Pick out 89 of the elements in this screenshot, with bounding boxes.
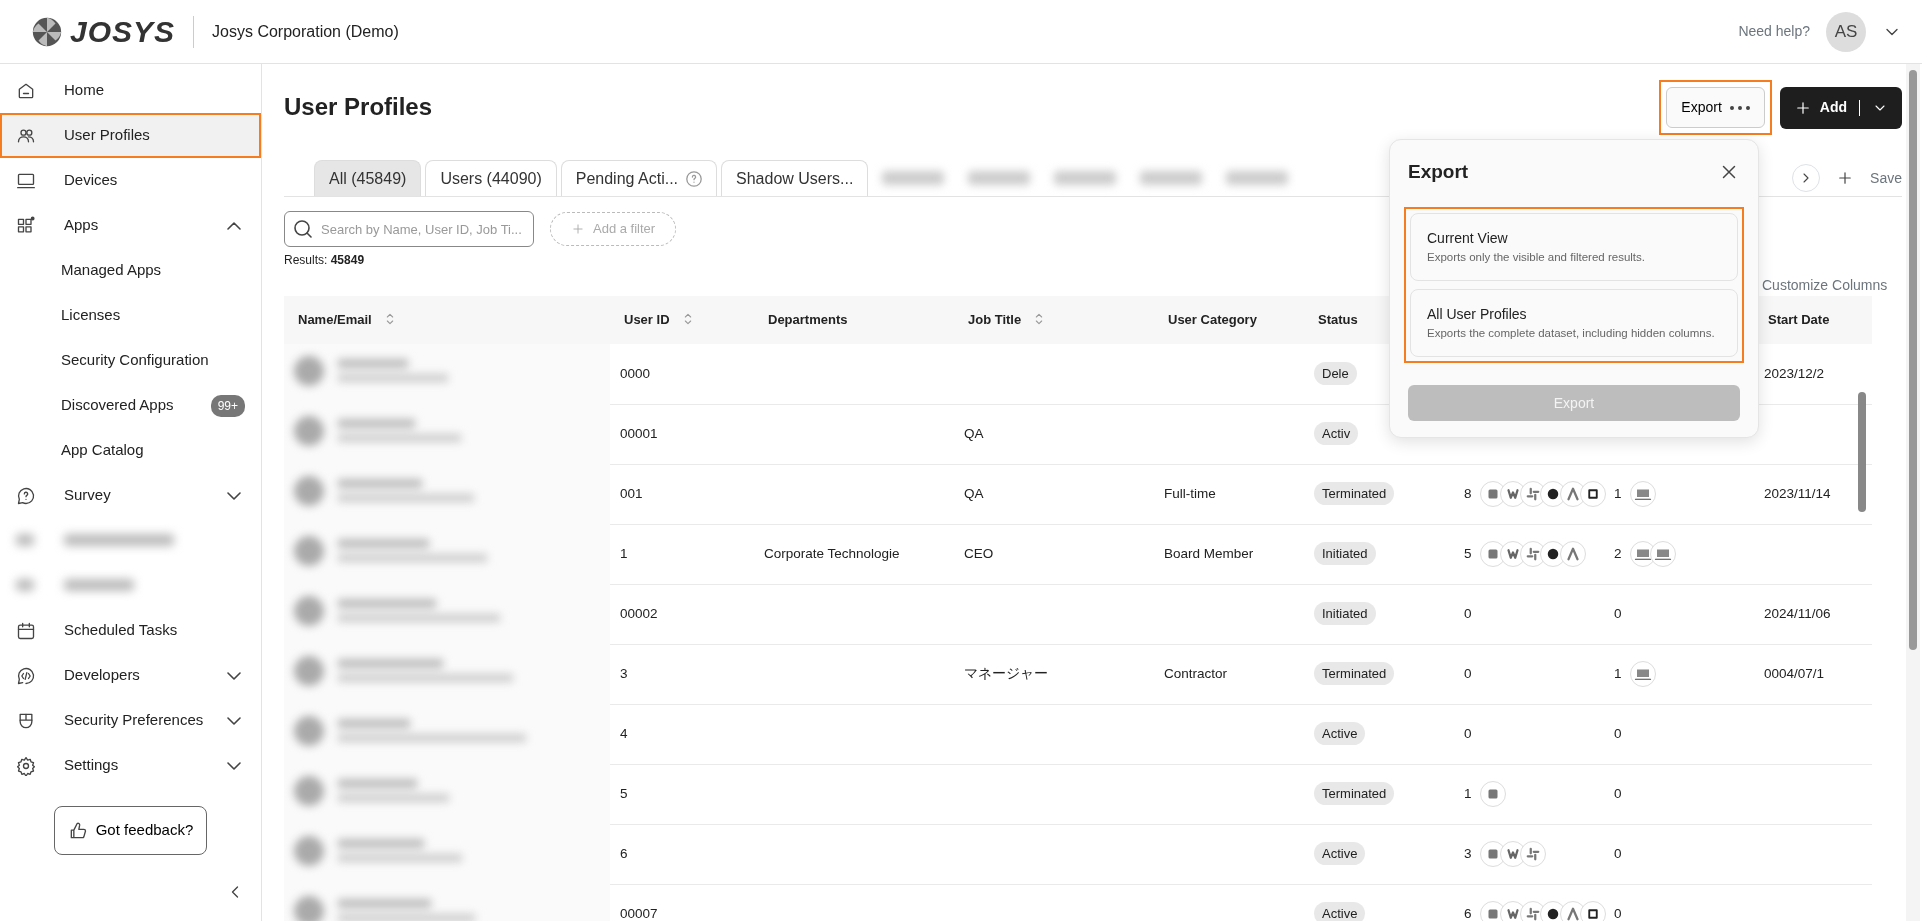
count-text: 0 [1464,724,1472,743]
sidebar-item[interactable]: Settings [0,743,261,788]
count-badge: 99+ [210,394,245,417]
column-header[interactable]: User ID [610,296,754,344]
column-header[interactable]: User Category [1154,296,1304,344]
tab[interactable]: Shadow Users... [721,160,869,196]
table-cell: Contractor [1164,665,1228,681]
export-option[interactable]: Current View Exports only the visible and filtered results. [1410,212,1738,281]
help-link[interactable]: Need help? [1738,21,1810,42]
table-cell: 0004/07/1 [1764,665,1825,681]
search-field[interactable]: Search by Name, User ID, Job Ti... [284,211,534,247]
option-title: Current View [1427,228,1509,248]
status-badge: Active [1314,841,1366,865]
sidebar-item[interactable]: Apps [0,203,261,248]
popover-title: Export [1408,160,1469,184]
save-link[interactable]: Save [1870,167,1902,189]
status-badge: Terminated [1314,481,1395,505]
count-text: 1 [1464,784,1472,803]
sidebar-item[interactable]: App Catalog [0,428,261,473]
tab[interactable]: Pending Acti... [560,160,718,196]
sidebar-item[interactable]: Devices [0,158,261,203]
column-header[interactable]: Name/Email [284,296,610,344]
status-badge: Initiated [1314,601,1376,625]
table-cell: 2023/11/14 [1764,485,1831,501]
table-cell: 00007 [620,905,658,921]
tab[interactable]: Users (44090) [425,160,557,196]
table-cell: 4 [620,725,628,741]
export-button[interactable]: Export [1666,87,1765,128]
table-cell: QA [964,485,984,501]
table-cell: 0000 [620,365,651,381]
column-header[interactable]: Job Title [954,296,1154,344]
table-cell: Board Member [1164,545,1254,561]
status-badge: Terminated [1314,661,1395,685]
table-cell: CEO [964,545,994,561]
sidebar-item[interactable]: Developers [0,653,261,698]
table-cell: 6 [620,845,628,861]
table-cell: 3 [620,665,628,681]
sidebar-item[interactable]: Scheduled Tasks [0,608,261,653]
sidebar-item[interactable]: Licenses [0,293,261,338]
count-text: 0 [1464,604,1472,623]
count-text: 0 [1614,904,1622,921]
table-cell: 5 [620,785,628,801]
count-text: 1 [1614,664,1622,683]
table-cell: 00002 [620,605,658,621]
sidebar-item[interactable]: Home [0,68,261,113]
add-button[interactable]: Add [1779,86,1902,129]
count-text: 8 [1464,484,1472,503]
table-cell: Corporate Technologie [764,545,900,561]
count-text: 0 [1614,844,1622,863]
status-badge: Active [1314,901,1366,921]
column-header[interactable]: Departments [754,296,954,344]
table-cell: Full-time [1164,485,1216,501]
sidebar-item[interactable]: Security Configuration [0,338,261,383]
user-avatar[interactable]: AS [1826,11,1866,52]
count-text: 6 [1464,904,1472,921]
logo: JOSYS [70,14,176,50]
feedback-button[interactable]: Got feedback? [54,806,207,855]
count-text: 0 [1614,604,1622,623]
table-cell: 2023/12/2 [1764,365,1825,381]
sidebar-item[interactable]: Survey [0,473,261,518]
tab[interactable]: All (45849) [314,160,422,196]
count-text: 0 [1614,724,1622,743]
table-cell: マネージャー [964,665,1048,681]
table-cell: QA [964,425,984,441]
table-cell: 2024/11/06 [1764,605,1831,621]
count-text: 1 [1614,484,1622,503]
count-text: 3 [1464,844,1472,863]
count-text: 2 [1614,544,1622,563]
count-text: 0 [1614,784,1622,803]
count-text: 5 [1464,544,1472,563]
status-badge: Dele [1314,361,1357,385]
sidebar-item[interactable]: Security Preferences [0,698,261,743]
table-cell: 1 [620,545,628,561]
sidebar-item[interactable]: Discovered Apps 99+ [0,383,261,428]
sidebar-item[interactable]: Managed Apps [0,248,261,293]
export-option[interactable]: All User Profiles Exports the complete dataset, including hidden columns. [1410,288,1738,357]
table-cell: 00001 [620,425,658,441]
option-description: Exports only the visible and filtered results. [1427,249,1646,265]
status-badge: Initiated [1314,541,1376,565]
organization-name: Josys Corporation (Demo) [212,21,399,42]
status-badge: Activ [1314,421,1359,445]
results-count: Results: 45849 [284,252,365,269]
status-badge: Active [1314,721,1366,745]
page-title: User Profiles [284,93,433,122]
customize-columns-link[interactable]: Customize Columns [1762,275,1888,296]
sidebar-item[interactable]: User Profiles [0,113,261,158]
table-cell: 001 [620,485,643,501]
count-text: 0 [1464,664,1472,683]
status-badge: Terminated [1314,781,1395,805]
